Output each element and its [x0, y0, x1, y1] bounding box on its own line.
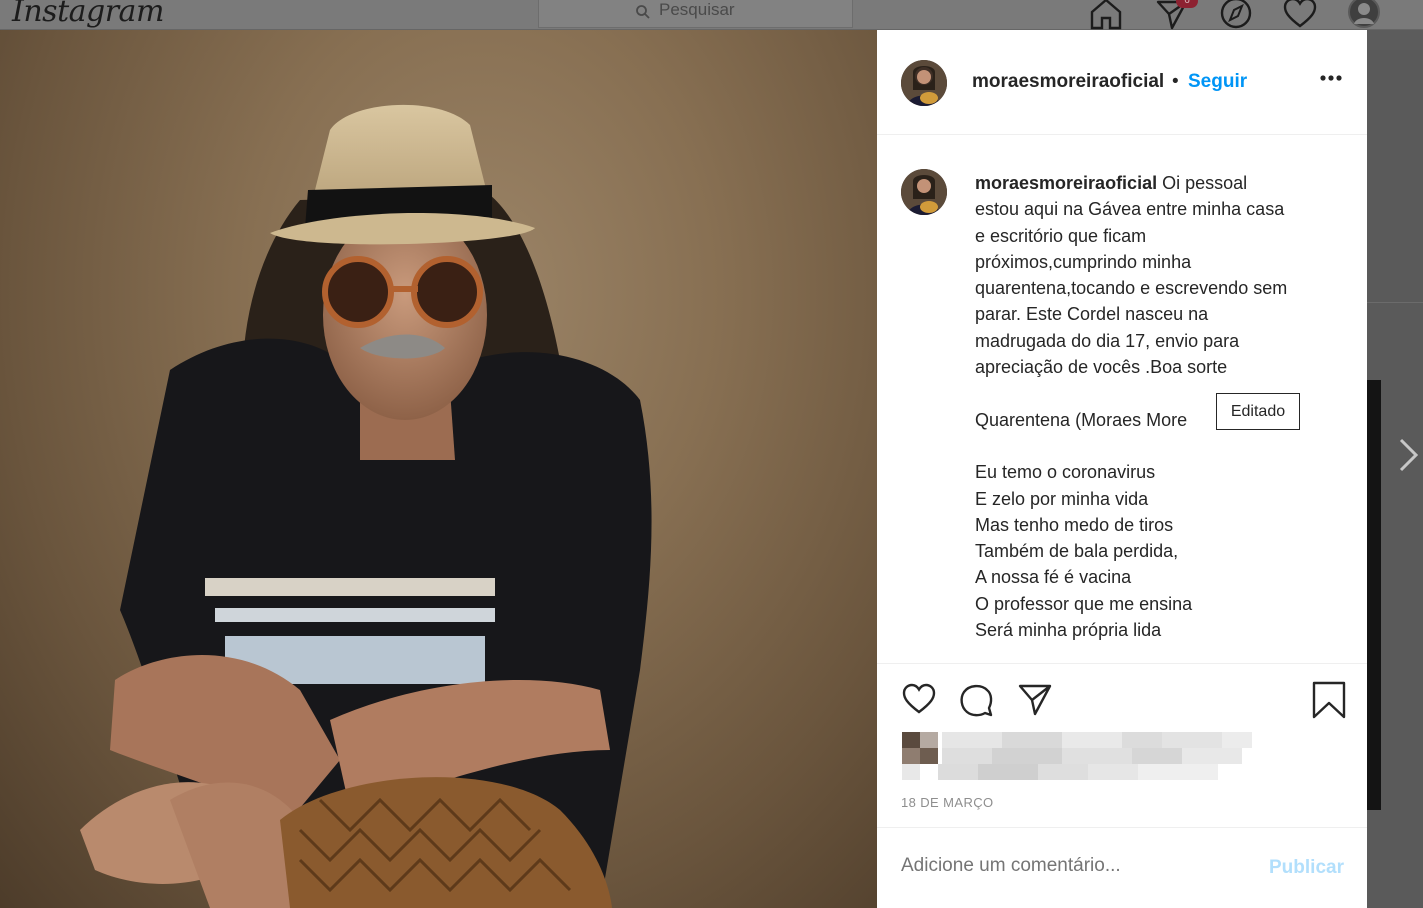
caption-line: moraesmoreiraoficial Oi pessoal: [975, 170, 1337, 196]
caption-line: madrugada do dia 17, envio para: [975, 330, 1240, 351]
profile-avatar[interactable]: [1346, 0, 1382, 30]
explore-icon[interactable]: [1218, 0, 1254, 30]
comment-bar: Publicar: [877, 827, 1367, 908]
pixel-block: [1132, 748, 1182, 764]
caption-line: apreciação de vocês .Boa sorte: [975, 357, 1228, 378]
pixel-block: [1062, 732, 1122, 748]
like-heart-icon[interactable]: [901, 682, 937, 716]
caption-line: Também de bala perdida,: [975, 541, 1179, 562]
caption-line: A nossa fé é vacina: [975, 567, 1132, 588]
caption-author-avatar[interactable]: [901, 169, 947, 215]
pixel-block: [1088, 764, 1138, 780]
pixel-block: [902, 748, 920, 764]
background-divider: [1367, 302, 1423, 303]
comment-icon[interactable]: [959, 682, 995, 718]
pixel-block: [1182, 748, 1242, 764]
pixel-block: [1138, 764, 1218, 780]
pixel-block: [992, 748, 1062, 764]
caption-text: Oi pessoal: [1157, 173, 1248, 193]
pixel-block: [1222, 732, 1252, 748]
next-post-chevron-icon[interactable]: [1396, 436, 1422, 474]
pixel-block: [1038, 764, 1088, 780]
author-avatar[interactable]: [901, 60, 947, 106]
more-options-icon[interactable]: [1319, 74, 1343, 82]
pixel-block: [1062, 748, 1132, 764]
caption-line: parar. Este Cordel nasceu na: [975, 304, 1209, 325]
instagram-logo[interactable]: Instagram: [12, 0, 164, 29]
pixel-block: [978, 764, 1038, 780]
caption-username[interactable]: moraesmoreiraoficial: [975, 173, 1157, 193]
publish-button[interactable]: Publicar: [1269, 857, 1344, 879]
caption-line: Eu temo o coronavirus: [975, 462, 1156, 483]
portrait-illustration: [80, 104, 652, 908]
post-detail-panel: moraesmoreiraoficial • Seguir moraesmore…: [877, 30, 1367, 908]
edited-tooltip: Editado: [1216, 393, 1300, 430]
pixel-block: [938, 764, 978, 780]
caption-line: O professor que me ensina: [975, 593, 1193, 614]
pixel-block: [902, 732, 920, 748]
share-icon[interactable]: [1017, 682, 1053, 716]
background-post-edge: [1367, 380, 1381, 810]
pixel-block: [1002, 732, 1062, 748]
notification-badge: 6: [1176, 0, 1198, 8]
likes-summary-pixelated: [902, 732, 1272, 784]
activity-heart-icon[interactable]: [1282, 0, 1318, 30]
pixel-block: [942, 748, 992, 764]
post-photo[interactable]: [0, 30, 877, 908]
caption-line: Mas tenho medo de tiros: [975, 514, 1174, 535]
author-username[interactable]: moraesmoreiraoficial: [972, 71, 1164, 93]
pixel-block: [1122, 732, 1162, 748]
caption-line: [975, 433, 1337, 459]
top-navigation-bar: Instagram Pesquisar 6: [0, 0, 1423, 30]
avatar-image: [901, 60, 947, 106]
caption-line: próximos,cumprindo minha: [975, 251, 1192, 272]
comment-input[interactable]: [901, 855, 1231, 877]
post-date[interactable]: 18 DE MARÇO: [901, 795, 994, 810]
pixel-block: [920, 748, 938, 764]
follow-button[interactable]: Seguir: [1188, 71, 1247, 93]
caption-line: e escritório que ficam: [975, 225, 1147, 246]
pixel-block: [920, 732, 938, 748]
actions-divider: [877, 663, 1367, 664]
search-box[interactable]: Pesquisar: [538, 0, 853, 28]
pixel-block: [1162, 732, 1222, 748]
caption-line: estou aqui na Gávea entre minha casa: [975, 199, 1285, 220]
home-icon[interactable]: [1088, 0, 1124, 30]
separator-dot: •: [1172, 71, 1179, 92]
save-bookmark-icon[interactable]: [1311, 681, 1347, 719]
search-icon: [636, 5, 650, 19]
avatar-image: [901, 169, 947, 215]
caption-line: quarentena,tocando e escrevendo sem: [975, 278, 1288, 299]
caption-line: Será minha própria lida: [975, 620, 1162, 641]
pixel-block: [902, 764, 920, 780]
search-placeholder: Pesquisar: [659, 0, 735, 19]
caption-line: E zelo por minha vida: [975, 488, 1149, 509]
post-header: moraesmoreiraoficial • Seguir: [877, 30, 1367, 135]
pixel-block: [942, 732, 1002, 748]
